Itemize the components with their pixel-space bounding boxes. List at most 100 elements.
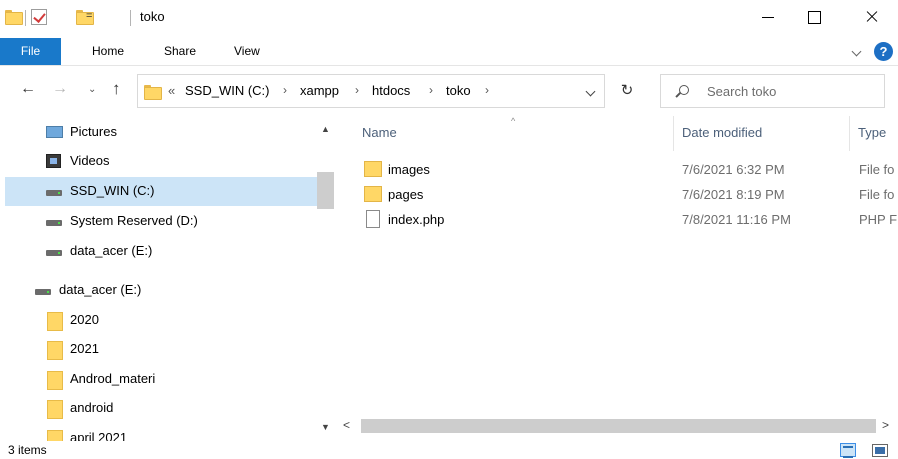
file-date-modified: 7/6/2021 6:32 PM — [682, 162, 785, 177]
forward-arrow-icon[interactable]: → — [52, 80, 68, 98]
file-row-index-php[interactable]: index.php 7/8/2021 11:16 PM PHP F — [356, 208, 898, 232]
breadcrumb-ssd-win[interactable]: SSD_WIN (C:) — [185, 83, 270, 98]
ribbon-tabs: File Home Share View ? — [0, 36, 898, 66]
folder-icon — [364, 161, 382, 177]
breadcrumb-separator-icon[interactable]: › — [283, 83, 287, 97]
folder-icon — [47, 341, 63, 360]
breadcrumb-toko[interactable]: toko — [446, 83, 471, 98]
breadcrumb-separator-icon[interactable]: › — [429, 83, 433, 97]
column-header-name[interactable]: Name — [362, 125, 397, 140]
expand-ribbon-chevron-icon[interactable] — [851, 46, 862, 57]
file-list: ^ Name Date modified Type images 7/6/202… — [344, 116, 898, 416]
quick-access-dropdown[interactable]: = — [86, 10, 92, 22]
file-name: index.php — [388, 212, 445, 227]
properties-check-icon[interactable] — [31, 9, 47, 25]
nav-item-label: System Reserved (D:) — [70, 213, 198, 228]
breadcrumb-xampp[interactable]: xampp — [300, 83, 339, 98]
close-button[interactable] — [849, 0, 895, 32]
search-input[interactable] — [707, 82, 877, 100]
column-header-date-modified[interactable]: Date modified — [682, 125, 762, 140]
sort-ascending-icon: ^ — [511, 116, 516, 126]
breadcrumb-separator-icon[interactable]: › — [355, 83, 359, 97]
nav-item-label: android — [70, 400, 114, 415]
pictures-icon — [46, 126, 63, 138]
tab-view[interactable]: View — [234, 38, 260, 65]
navigation-scrollbar[interactable]: ▲ ▼ — [317, 116, 334, 441]
large-icons-view-icon[interactable] — [872, 444, 888, 457]
nav-item-data-acer[interactable]: data_acer (E:) — [5, 237, 317, 266]
scrollbar-thumb[interactable] — [361, 419, 876, 433]
status-bar: 3 items — [0, 441, 898, 459]
maximize-button[interactable] — [791, 0, 837, 32]
separator — [130, 10, 131, 26]
nav-item-pictures[interactable]: Pictures — [33, 118, 340, 147]
file-type: PHP F — [859, 212, 898, 227]
folder-icon — [144, 85, 162, 100]
tab-share[interactable]: Share — [164, 38, 196, 65]
up-arrow-icon[interactable]: ↑ — [112, 79, 121, 99]
nav-item-label: Pictures — [70, 124, 117, 139]
drive-icon — [35, 289, 51, 295]
column-divider[interactable] — [673, 116, 674, 151]
drive-icon — [46, 190, 62, 196]
item-count: 3 items — [8, 443, 47, 457]
recent-locations-chevron-icon[interactable]: ⌄ — [88, 84, 96, 95]
scroll-left-icon[interactable]: < — [343, 418, 350, 432]
folder-icon — [5, 10, 23, 25]
window-title: toko — [140, 9, 165, 24]
help-icon[interactable]: ? — [874, 42, 893, 61]
nav-item-label: SSD_WIN (C:) — [70, 183, 155, 198]
file-name: images — [388, 162, 430, 177]
breadcrumb-htdocs[interactable]: htdocs — [372, 83, 410, 98]
drive-icon — [46, 220, 62, 226]
tab-file[interactable]: File — [0, 38, 61, 65]
nav-item-label: data_acer (E:) — [70, 243, 153, 258]
separator — [25, 10, 26, 26]
nav-item-label: Videos — [70, 153, 110, 168]
folder-icon — [47, 312, 63, 331]
drive-icon — [46, 250, 62, 256]
title-bar: = toko — [0, 0, 898, 36]
folder-icon — [364, 186, 382, 202]
address-dropdown-chevron-icon[interactable] — [585, 86, 596, 97]
scroll-up-icon[interactable]: ▲ — [321, 124, 330, 134]
scroll-down-icon[interactable]: ▼ — [321, 422, 330, 432]
nav-item-label: data_acer (E:) — [59, 282, 142, 297]
tab-home[interactable]: Home — [92, 38, 124, 65]
address-bar[interactable]: « SSD_WIN (C:) › xampp › htdocs › toko › — [137, 74, 605, 108]
nav-item-androd-materi[interactable]: Androd_materi — [5, 365, 317, 394]
file-type: File fo — [859, 187, 895, 202]
search-box[interactable] — [660, 74, 885, 108]
file-date-modified: 7/8/2021 11:16 PM — [682, 212, 791, 227]
nav-item-system-reserved[interactable]: System Reserved (D:) — [5, 207, 317, 236]
breadcrumb-overflow[interactable]: « — [168, 83, 175, 98]
column-header-type[interactable]: Type — [858, 125, 886, 140]
nav-item-april-2021[interactable]: april 2021 — [5, 424, 317, 441]
nav-item-2020[interactable]: 2020 — [5, 306, 317, 335]
file-date-modified: 7/6/2021 8:19 PM — [682, 187, 785, 202]
folder-icon — [47, 430, 63, 441]
file-row-images[interactable]: images 7/6/2021 6:32 PM File fo — [356, 158, 898, 182]
refresh-icon[interactable]: ↻ — [612, 74, 642, 108]
nav-item-data-acer-drive[interactable]: data_acer (E:) — [5, 276, 317, 305]
file-row-pages[interactable]: pages 7/6/2021 8:19 PM File fo — [356, 183, 898, 207]
scroll-right-icon[interactable]: > — [882, 418, 889, 432]
document-icon — [366, 210, 380, 228]
folder-icon — [47, 371, 63, 390]
nav-item-label: 2020 — [70, 312, 99, 327]
folder-icon — [47, 400, 63, 419]
horizontal-scrollbar[interactable]: < > — [341, 416, 898, 436]
nav-item-2021[interactable]: 2021 — [5, 335, 317, 364]
navigation-pane: Pictures Videos SSD_WIN (C:) System Rese… — [0, 116, 340, 441]
nav-item-videos[interactable]: Videos — [33, 147, 340, 176]
search-icon — [679, 85, 689, 95]
minimize-button[interactable] — [745, 0, 791, 32]
details-view-icon[interactable] — [840, 443, 856, 458]
nav-item-ssd-win[interactable]: SSD_WIN (C:) — [5, 177, 317, 206]
breadcrumb-separator-icon[interactable]: › — [485, 83, 489, 97]
nav-item-android[interactable]: android — [5, 394, 317, 423]
column-divider[interactable] — [849, 116, 850, 151]
file-type: File fo — [859, 162, 895, 177]
scrollbar-thumb[interactable] — [317, 172, 334, 209]
back-arrow-icon[interactable]: ← — [20, 80, 36, 98]
